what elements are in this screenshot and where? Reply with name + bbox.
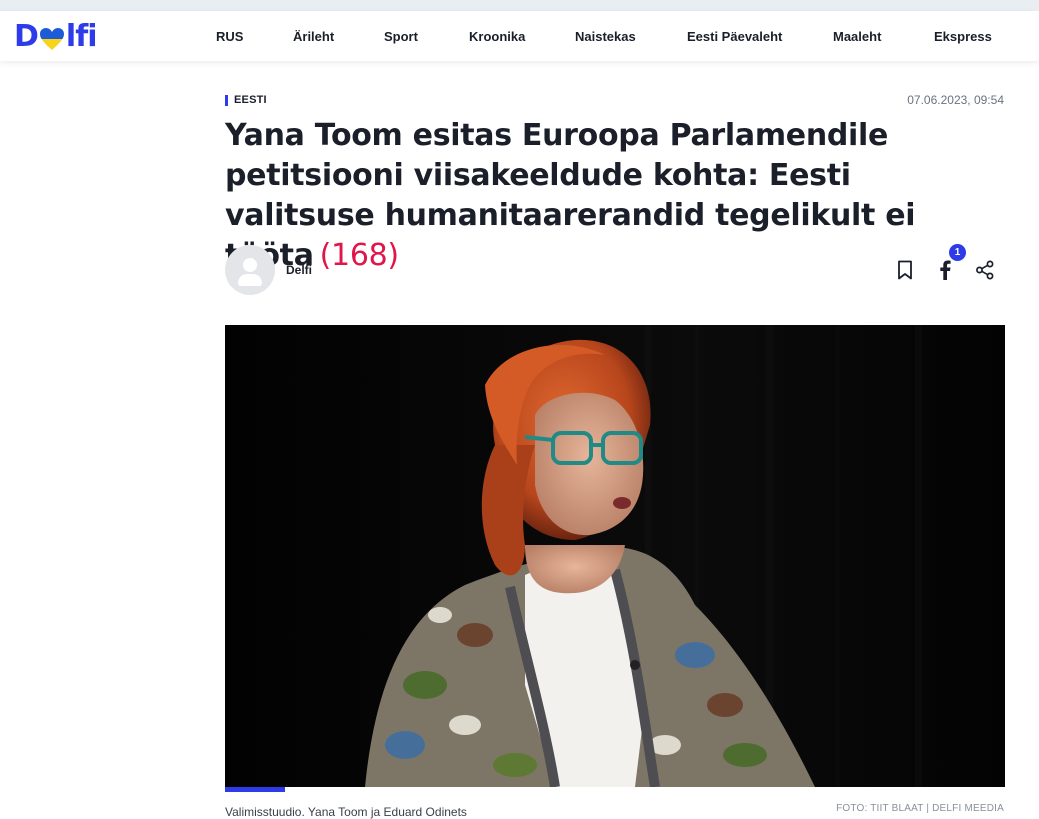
ukraine-heart-icon [39, 24, 65, 50]
author-block: Delfi [225, 245, 312, 295]
nav-item-arileht[interactable]: Ärileht [293, 29, 334, 44]
nav-item-kroonika[interactable]: Kroonika [469, 29, 525, 44]
user-avatar-icon [225, 245, 275, 295]
nav-item-maaleht[interactable]: Maaleht [833, 29, 881, 44]
browser-top-strip [0, 0, 1039, 11]
bookmark-icon[interactable] [893, 258, 917, 282]
author-name[interactable]: Delfi [286, 263, 312, 277]
site-header: D lfi RUS Ärileht Sport Kroonika Naistek… [0, 11, 1039, 61]
category-label: EESTI [234, 94, 267, 106]
nav-item-naistekas[interactable]: Naistekas [575, 29, 636, 44]
share-icon[interactable] [973, 258, 997, 282]
nav-item-ekspress[interactable]: Ekspress [934, 29, 992, 44]
image-caption: Valimisstuudio. Yana Toom ja Eduard Odin… [225, 805, 467, 819]
logo-letters-lfi: lfi [65, 18, 98, 54]
nav-item-sport[interactable]: Sport [384, 29, 418, 44]
delfi-logo[interactable]: D lfi [14, 18, 98, 54]
category-marker [225, 94, 228, 106]
facebook-icon[interactable] [933, 258, 957, 282]
logo-letter-d: D [14, 18, 39, 54]
article-date: 07.06.2023, 09:54 [907, 93, 1004, 107]
nav-item-rus[interactable]: RUS [216, 29, 243, 44]
image-credit: FOTO: TIIT BLAAT | DELFI MEEDIA [836, 803, 1004, 814]
comments-count-link[interactable]: (168) [320, 238, 399, 273]
share-count-badge: 1 [949, 244, 966, 261]
article-title: Yana Toom esitas Euroopa Parlamendile pe… [225, 116, 1005, 276]
article-category[interactable]: EESTI [225, 93, 267, 107]
nav-item-eesti-paevaleht[interactable]: Eesti Päevaleht [687, 29, 782, 44]
gallery-progress-bar [225, 787, 285, 792]
article-hero-image[interactable] [225, 325, 1005, 787]
